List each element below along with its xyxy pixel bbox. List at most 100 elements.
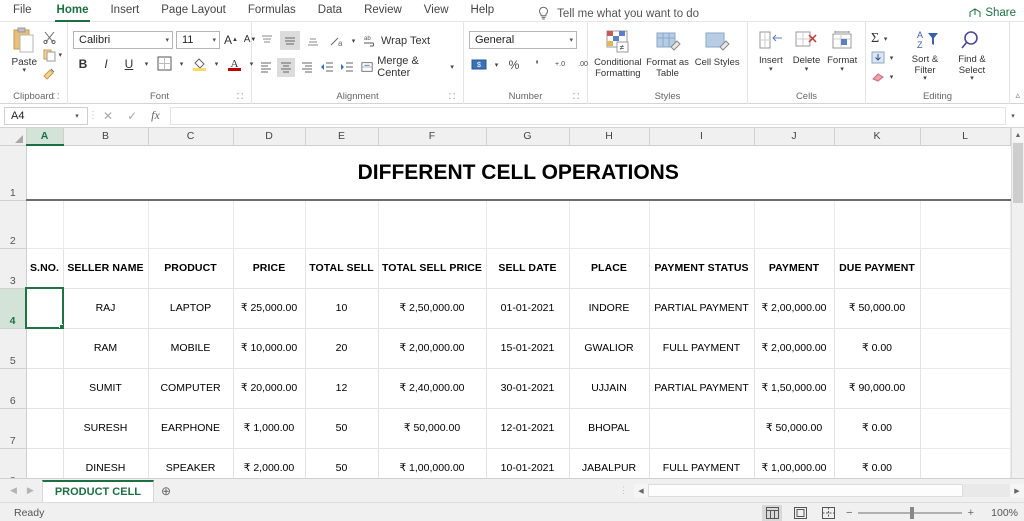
cell-h8[interactable]: JABALPUR bbox=[568, 447, 650, 478]
underline-button[interactable]: U bbox=[119, 54, 139, 73]
column-header-d[interactable]: D bbox=[233, 128, 306, 146]
column-header-f[interactable]: F bbox=[378, 128, 487, 146]
collapse-ribbon-button[interactable]: ▵ bbox=[1015, 90, 1020, 101]
scroll-right-icon[interactable]: ▶ bbox=[1010, 483, 1024, 498]
format-caret-icon[interactable]: ▾ bbox=[840, 66, 844, 73]
cell-a2[interactable] bbox=[26, 200, 64, 249]
column-header-h[interactable]: H bbox=[569, 128, 650, 146]
column-header-a[interactable]: A bbox=[26, 128, 64, 146]
horizontal-scroll-track[interactable] bbox=[648, 484, 1010, 497]
name-box-caret-icon[interactable]: ▾ bbox=[70, 112, 84, 120]
cell-h6[interactable]: UJJAIN bbox=[568, 367, 650, 409]
cell-a8[interactable] bbox=[25, 447, 64, 478]
row-header-7[interactable]: 7 bbox=[0, 408, 27, 449]
delete-caret-icon[interactable]: ▾ bbox=[805, 66, 809, 73]
table-header-payment[interactable]: PAYMENT bbox=[753, 247, 835, 289]
scroll-left-icon[interactable]: ◀ bbox=[634, 483, 648, 498]
cell-e5[interactable]: 20 bbox=[304, 327, 379, 369]
cell-k2[interactable] bbox=[834, 200, 921, 249]
format-as-table-button[interactable]: Format as Table bbox=[643, 28, 693, 79]
cell-l7[interactable] bbox=[920, 408, 1011, 449]
align-bottom-button[interactable] bbox=[303, 31, 323, 50]
font-size-combo[interactable]: 11 ▾ bbox=[176, 30, 220, 49]
cell-c2[interactable] bbox=[148, 200, 234, 249]
fill-caret-icon[interactable]: ▾ bbox=[887, 54, 896, 62]
column-header-b[interactable]: B bbox=[63, 128, 149, 146]
cell-l6[interactable] bbox=[920, 368, 1011, 409]
cell-j5[interactable]: ₹ 2,00,000.00 bbox=[753, 327, 835, 369]
table-header-total-sell[interactable]: TOTAL SELL bbox=[304, 247, 379, 289]
ribbon-tab-formulas[interactable]: Formulas bbox=[237, 0, 307, 21]
zoom-track[interactable] bbox=[858, 507, 962, 519]
autosum-button[interactable]: Σ ▾ bbox=[871, 30, 896, 47]
cell-c8[interactable]: SPEAKER bbox=[147, 447, 234, 478]
table-header-place[interactable]: PLACE bbox=[568, 247, 650, 289]
formula-input[interactable] bbox=[169, 106, 1006, 125]
sheet-tab-product-cell[interactable]: PRODUCT CELL bbox=[41, 479, 155, 502]
delete-cells-button[interactable]: Delete ▾ bbox=[789, 28, 825, 73]
cell-d7[interactable]: ₹ 1,000.00 bbox=[232, 407, 306, 449]
clipboard-dialog-launcher[interactable]: ⛶ bbox=[53, 90, 59, 103]
orientation-caret-icon[interactable]: ▾ bbox=[349, 37, 358, 45]
column-header-e[interactable]: E bbox=[305, 128, 379, 146]
cell-j4[interactable]: ₹ 2,00,000.00 bbox=[753, 287, 835, 329]
expand-formula-bar-icon[interactable]: ▾ bbox=[1006, 112, 1020, 120]
cell-f8[interactable]: ₹ 1,00,000.00 bbox=[377, 447, 487, 478]
font-color-button[interactable]: A bbox=[224, 54, 244, 73]
cell-e8[interactable]: 50 bbox=[304, 447, 379, 478]
cell-a7[interactable] bbox=[25, 407, 64, 449]
cell-e2[interactable] bbox=[305, 200, 379, 249]
ribbon-tab-view[interactable]: View bbox=[413, 0, 460, 21]
cell-g8[interactable]: 10-01-2021 bbox=[485, 447, 570, 478]
cell-i7[interactable] bbox=[648, 407, 755, 449]
row-header-5[interactable]: 5 bbox=[0, 328, 27, 369]
vertical-scrollbar[interactable]: ▲ bbox=[1011, 128, 1024, 478]
align-left-button[interactable] bbox=[257, 58, 274, 77]
cell-e4[interactable]: 10 bbox=[304, 287, 379, 329]
cell-i2[interactable] bbox=[649, 200, 755, 249]
table-header-product[interactable]: PRODUCT bbox=[147, 247, 234, 289]
find-select-button[interactable]: Find & Select ▾ bbox=[948, 27, 996, 82]
cell-c4[interactable]: LAPTOP bbox=[147, 287, 234, 329]
orientation-button[interactable]: a bbox=[326, 31, 346, 50]
cell-e7[interactable]: 50 bbox=[304, 407, 379, 449]
row-header-1[interactable]: 1 bbox=[0, 145, 27, 201]
fill-color-button[interactable] bbox=[189, 54, 209, 73]
insert-caret-icon[interactable]: ▾ bbox=[769, 66, 773, 73]
paste-caret-icon[interactable]: ▾ bbox=[22, 67, 26, 74]
cell-a5[interactable] bbox=[25, 327, 64, 369]
conditional-formatting-button[interactable]: ≠ Conditional Formatting bbox=[593, 28, 643, 79]
cell-f6[interactable]: ₹ 2,40,000.00 bbox=[377, 367, 487, 409]
cell-g5[interactable]: 15-01-2021 bbox=[485, 327, 570, 369]
copy-button[interactable]: ▾ bbox=[43, 49, 62, 62]
cell-d5[interactable]: ₹ 10,000.00 bbox=[232, 327, 306, 369]
decrease-indent-button[interactable] bbox=[318, 58, 335, 77]
ribbon-tab-file[interactable]: File bbox=[0, 0, 46, 21]
confirm-check-icon[interactable]: ✓ bbox=[127, 109, 137, 123]
number-format-caret-icon[interactable]: ▾ bbox=[569, 36, 573, 44]
align-right-button[interactable] bbox=[298, 58, 315, 77]
zoom-slider[interactable]: − + bbox=[846, 507, 974, 519]
cell-k5[interactable]: ₹ 0.00 bbox=[833, 327, 921, 369]
row-header-2[interactable]: 2 bbox=[0, 200, 27, 249]
nav-prev-icon[interactable]: ◀ bbox=[10, 485, 17, 496]
insert-function-fx-icon[interactable]: fx bbox=[151, 108, 160, 123]
select-all-corner[interactable] bbox=[0, 128, 27, 146]
fill-color-caret-icon[interactable]: ▾ bbox=[212, 60, 221, 68]
cell-l4[interactable] bbox=[920, 288, 1011, 329]
table-header-price[interactable]: PRICE bbox=[232, 247, 306, 289]
tell-me-search[interactable]: Tell me what you want to do bbox=[537, 6, 699, 21]
cell-i8[interactable]: FULL PAYMENT bbox=[648, 447, 755, 478]
zoom-out-button[interactable]: − bbox=[846, 507, 852, 519]
cell-f7[interactable]: ₹ 50,000.00 bbox=[377, 407, 487, 449]
font-size-caret-icon[interactable]: ▾ bbox=[212, 36, 216, 44]
sort-filter-button[interactable]: A Z Sort & Filter ▾ bbox=[902, 27, 948, 82]
format-painter-button[interactable] bbox=[43, 67, 62, 80]
zoom-level-label[interactable]: 100% bbox=[982, 507, 1018, 519]
grow-font-button[interactable]: A ▲ bbox=[223, 30, 239, 49]
cell-j7[interactable]: ₹ 50,000.00 bbox=[753, 407, 835, 449]
font-dialog-launcher[interactable]: ⛶ bbox=[237, 90, 243, 103]
zoom-thumb[interactable] bbox=[910, 507, 914, 519]
cell-j8[interactable]: ₹ 1,00,000.00 bbox=[753, 447, 835, 478]
sheet-title-cell[interactable]: DIFFERENT CELL OPERATIONS bbox=[26, 145, 1010, 201]
